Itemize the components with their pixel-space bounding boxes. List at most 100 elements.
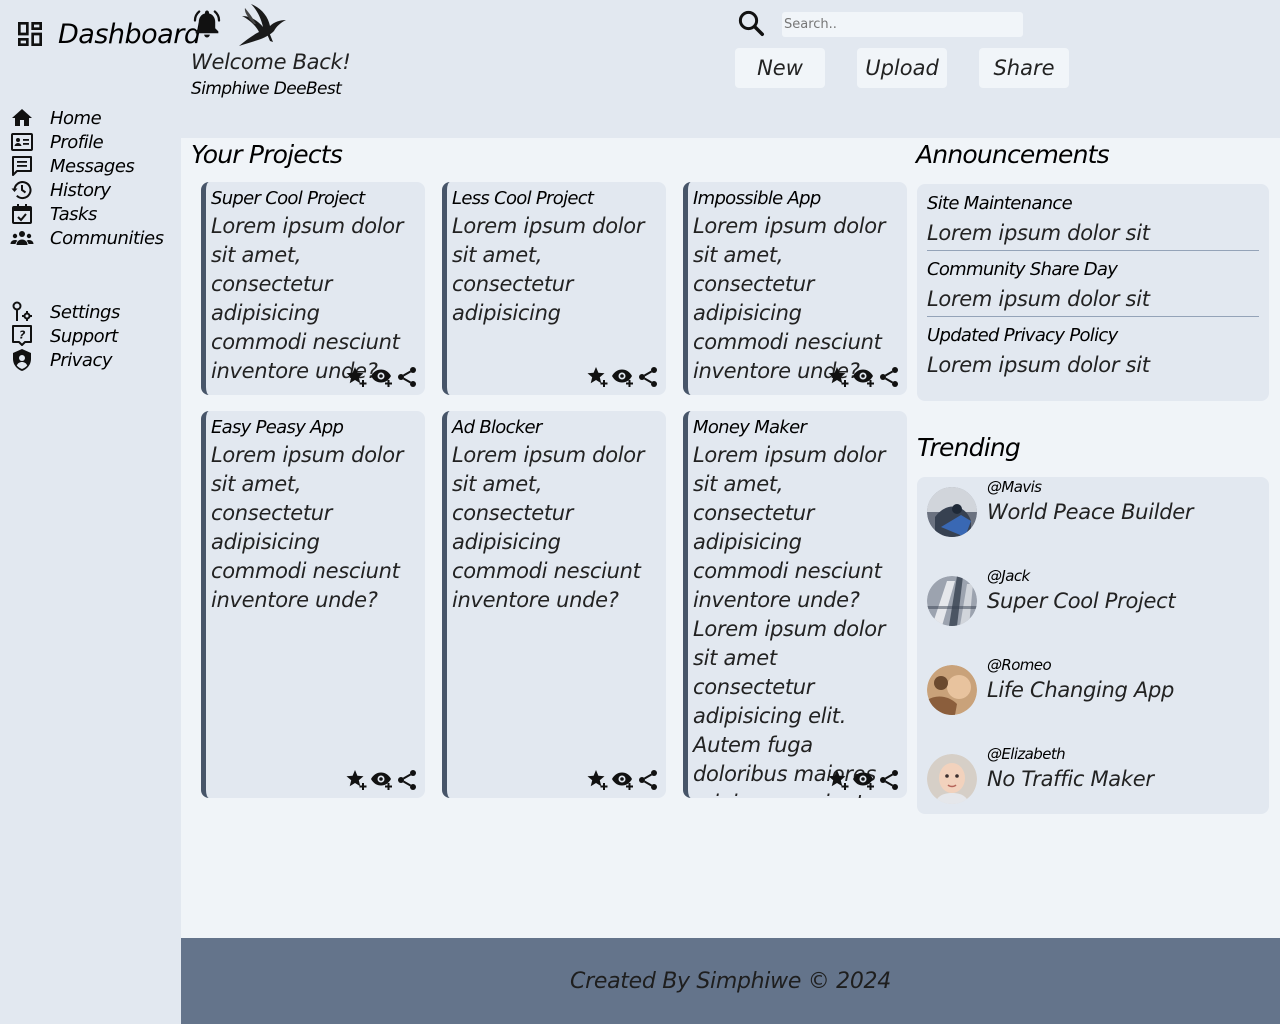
welcome-text: Welcome Back! bbox=[191, 50, 351, 74]
star-add-icon[interactable] bbox=[586, 365, 610, 389]
sidebar-item-privacy[interactable]: Privacy bbox=[10, 348, 180, 372]
share-icon[interactable] bbox=[636, 365, 660, 389]
id-card-icon bbox=[11, 133, 33, 151]
trending-user: @Romeo bbox=[987, 656, 1052, 674]
star-add-icon[interactable] bbox=[827, 768, 851, 792]
app-title: Dashboard bbox=[58, 18, 201, 50]
sidebar-item-tasks[interactable]: Tasks bbox=[10, 202, 180, 226]
announcement-text: Lorem ipsum dolor sit bbox=[927, 353, 1150, 377]
watch-add-icon[interactable] bbox=[852, 365, 876, 389]
trending-user: @Jack bbox=[987, 567, 1030, 585]
footer-text: Created By Simphiwe © 2024 bbox=[570, 968, 891, 994]
project-title: Impossible App bbox=[693, 188, 821, 209]
trending-panel: @Mavis World Peace Builder @Jack Super C… bbox=[917, 477, 1269, 814]
sidebar-nav: Home Profile Messages History Tasks Comm… bbox=[10, 106, 180, 372]
sidebar-item-label: Messages bbox=[50, 155, 135, 177]
project-description: Lorem ipsum dolor sit amet, consectetur … bbox=[211, 214, 404, 383]
sidebar-item-history[interactable]: History bbox=[10, 178, 180, 202]
star-add-icon[interactable] bbox=[345, 768, 369, 792]
announcement-item[interactable]: Updated Privacy Policy Lorem ipsum dolor… bbox=[917, 324, 1269, 382]
card-actions bbox=[586, 768, 660, 792]
sidebar-item-label: Support bbox=[50, 325, 118, 347]
announcement-item[interactable]: Site Maintenance Lorem ipsum dolor sit bbox=[917, 192, 1269, 250]
trending-project: Life Changing App bbox=[987, 678, 1175, 702]
trending-text: @Jack Super Cool Project bbox=[987, 566, 1176, 616]
star-add-icon[interactable] bbox=[827, 365, 851, 389]
project-card[interactable]: Impossible App Lorem ipsum dolor sit ame… bbox=[683, 182, 907, 395]
trending-heading: Trending bbox=[917, 433, 1021, 462]
announcement-item[interactable]: Community Share Day Lorem ipsum dolor si… bbox=[917, 258, 1269, 316]
sidebar-item-label: Home bbox=[50, 107, 102, 129]
projects-heading: Your Projects bbox=[191, 140, 343, 169]
new-button[interactable]: New bbox=[735, 48, 825, 88]
footer: Created By Simphiwe © 2024 bbox=[181, 938, 1280, 1024]
sidebar-item-home[interactable]: Home bbox=[10, 106, 180, 130]
trending-user: @Mavis bbox=[987, 478, 1042, 496]
sidebar-item-label: Communities bbox=[50, 227, 164, 249]
trending-item[interactable]: @Romeo Life Changing App bbox=[927, 655, 1174, 715]
calendar-check-icon bbox=[12, 204, 32, 224]
dashboard-icon bbox=[18, 22, 42, 46]
star-add-icon[interactable] bbox=[586, 768, 610, 792]
project-title: Super Cool Project bbox=[211, 188, 365, 209]
share-icon[interactable] bbox=[636, 768, 660, 792]
trending-item[interactable]: @Jack Super Cool Project bbox=[927, 566, 1176, 626]
username: Simphiwe DeeBest bbox=[191, 79, 342, 99]
group-icon bbox=[10, 231, 34, 245]
trending-item[interactable]: @Mavis World Peace Builder bbox=[927, 477, 1194, 537]
brand[interactable]: Dashboard bbox=[14, 18, 201, 50]
announcement-text: Lorem ipsum dolor sit bbox=[927, 221, 1150, 245]
project-card[interactable]: Ad Blocker Lorem ipsum dolor sit amet, c… bbox=[442, 411, 666, 798]
sidebar-secondary: Settings ? Support Privacy bbox=[10, 300, 180, 372]
sidebar-item-label: Tasks bbox=[50, 203, 97, 225]
search-icon[interactable] bbox=[736, 8, 766, 38]
trending-text: @Mavis World Peace Builder bbox=[987, 477, 1194, 527]
share-button[interactable]: Share bbox=[979, 48, 1069, 88]
watch-add-icon[interactable] bbox=[370, 365, 394, 389]
project-title: Easy Peasy App bbox=[211, 417, 344, 438]
trending-text: @Romeo Life Changing App bbox=[987, 655, 1174, 705]
card-actions bbox=[345, 768, 419, 792]
project-card[interactable]: Less Cool Project Lorem ipsum dolor sit … bbox=[442, 182, 666, 395]
bell-icon[interactable] bbox=[190, 7, 224, 41]
sidebar-item-communities[interactable]: Communities bbox=[10, 226, 180, 250]
sidebar-item-settings[interactable]: Settings bbox=[10, 300, 180, 324]
trending-project: Super Cool Project bbox=[987, 589, 1176, 613]
bird-logo-icon bbox=[239, 4, 286, 46]
watch-add-icon[interactable] bbox=[852, 768, 876, 792]
avatar bbox=[927, 754, 977, 804]
sidebar-item-profile[interactable]: Profile bbox=[10, 130, 180, 154]
watch-add-icon[interactable] bbox=[611, 365, 635, 389]
watch-add-icon[interactable] bbox=[611, 768, 635, 792]
project-card[interactable]: Money Maker Lorem ipsum dolor sit amet, … bbox=[683, 411, 907, 798]
share-icon[interactable] bbox=[395, 365, 419, 389]
avatar bbox=[927, 576, 977, 626]
search-input[interactable] bbox=[782, 12, 1023, 37]
sidebar-item-messages[interactable]: Messages bbox=[10, 154, 180, 178]
svg-text:?: ? bbox=[19, 329, 26, 342]
message-icon bbox=[12, 156, 32, 176]
history-icon bbox=[11, 181, 32, 200]
sidebar-item-label: Settings bbox=[50, 301, 120, 323]
sidebar-item-support[interactable]: ? Support bbox=[10, 324, 180, 348]
settings-icon bbox=[12, 301, 32, 321]
project-card[interactable]: Super Cool Project Lorem ipsum dolor sit… bbox=[201, 182, 425, 395]
trending-item[interactable]: @Elizabeth No Traffic Maker bbox=[927, 744, 1154, 804]
share-icon[interactable] bbox=[877, 768, 901, 792]
home-icon bbox=[12, 109, 32, 126]
card-actions bbox=[586, 365, 660, 389]
trending-project: No Traffic Maker bbox=[987, 767, 1154, 791]
watch-add-icon[interactable] bbox=[370, 768, 394, 792]
card-actions bbox=[827, 365, 901, 389]
trending-project: World Peace Builder bbox=[987, 500, 1194, 524]
share-icon[interactable] bbox=[395, 768, 419, 792]
help-icon: ? bbox=[12, 325, 32, 346]
divider bbox=[927, 316, 1259, 317]
sidebar-item-label: History bbox=[50, 179, 111, 201]
star-add-icon[interactable] bbox=[345, 365, 369, 389]
avatar bbox=[927, 665, 977, 715]
project-card[interactable]: Easy Peasy App Lorem ipsum dolor sit ame… bbox=[201, 411, 425, 798]
announcements-panel: Site Maintenance Lorem ipsum dolor sit C… bbox=[917, 184, 1269, 401]
share-icon[interactable] bbox=[877, 365, 901, 389]
upload-button[interactable]: Upload bbox=[857, 48, 947, 88]
